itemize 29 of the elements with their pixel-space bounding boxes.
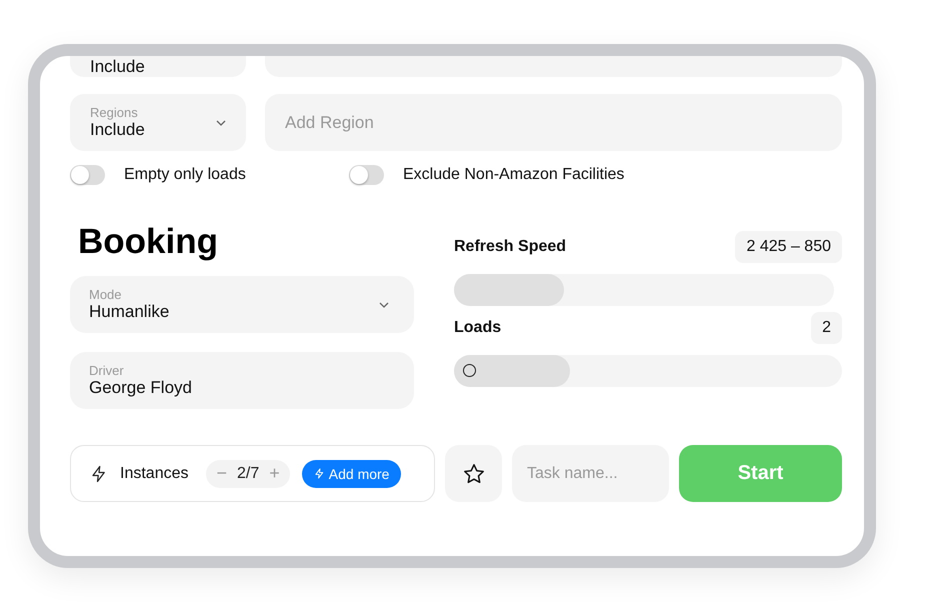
slider-track[interactable]: [454, 355, 842, 387]
add-region-field[interactable]: Add Region: [265, 94, 842, 151]
add-more-button[interactable]: Add more: [302, 460, 402, 488]
favorite-button[interactable]: [445, 445, 502, 502]
toggle-label: Exclude Non-Amazon Facilities: [403, 166, 624, 184]
instances-count: 2/7: [237, 464, 260, 482]
toggle-label: Empty only loads: [124, 166, 246, 184]
lightning-icon: [314, 468, 325, 479]
section-title: Booking: [78, 222, 219, 262]
chevron-down-icon: [216, 120, 226, 126]
lightning-icon: [90, 464, 108, 482]
task-name-field[interactable]: Task name...: [512, 445, 669, 502]
select-field[interactable]: Include: [70, 56, 246, 77]
toggle-switch[interactable]: [70, 165, 105, 185]
instances-label: Instances: [120, 464, 188, 482]
slider-reading: 2: [811, 312, 842, 344]
regions-select[interactable]: Regions Include: [70, 94, 246, 151]
toggle-switch[interactable]: [349, 165, 384, 185]
slider-label: Loads: [454, 319, 502, 337]
slider-fill[interactable]: [454, 355, 570, 387]
slider-reading: 2 425 – 850: [735, 231, 842, 263]
slider-track[interactable]: [454, 274, 834, 306]
mode-select[interactable]: Mode Humanlike: [70, 276, 414, 333]
slider-fill[interactable]: [454, 274, 564, 306]
slider-thumb[interactable]: [463, 364, 476, 377]
driver-field[interactable]: Driver George Floyd: [70, 352, 414, 409]
slider-label: Refresh Speed: [454, 238, 566, 256]
chevron-down-icon: [379, 302, 389, 308]
star-icon: [462, 462, 486, 486]
